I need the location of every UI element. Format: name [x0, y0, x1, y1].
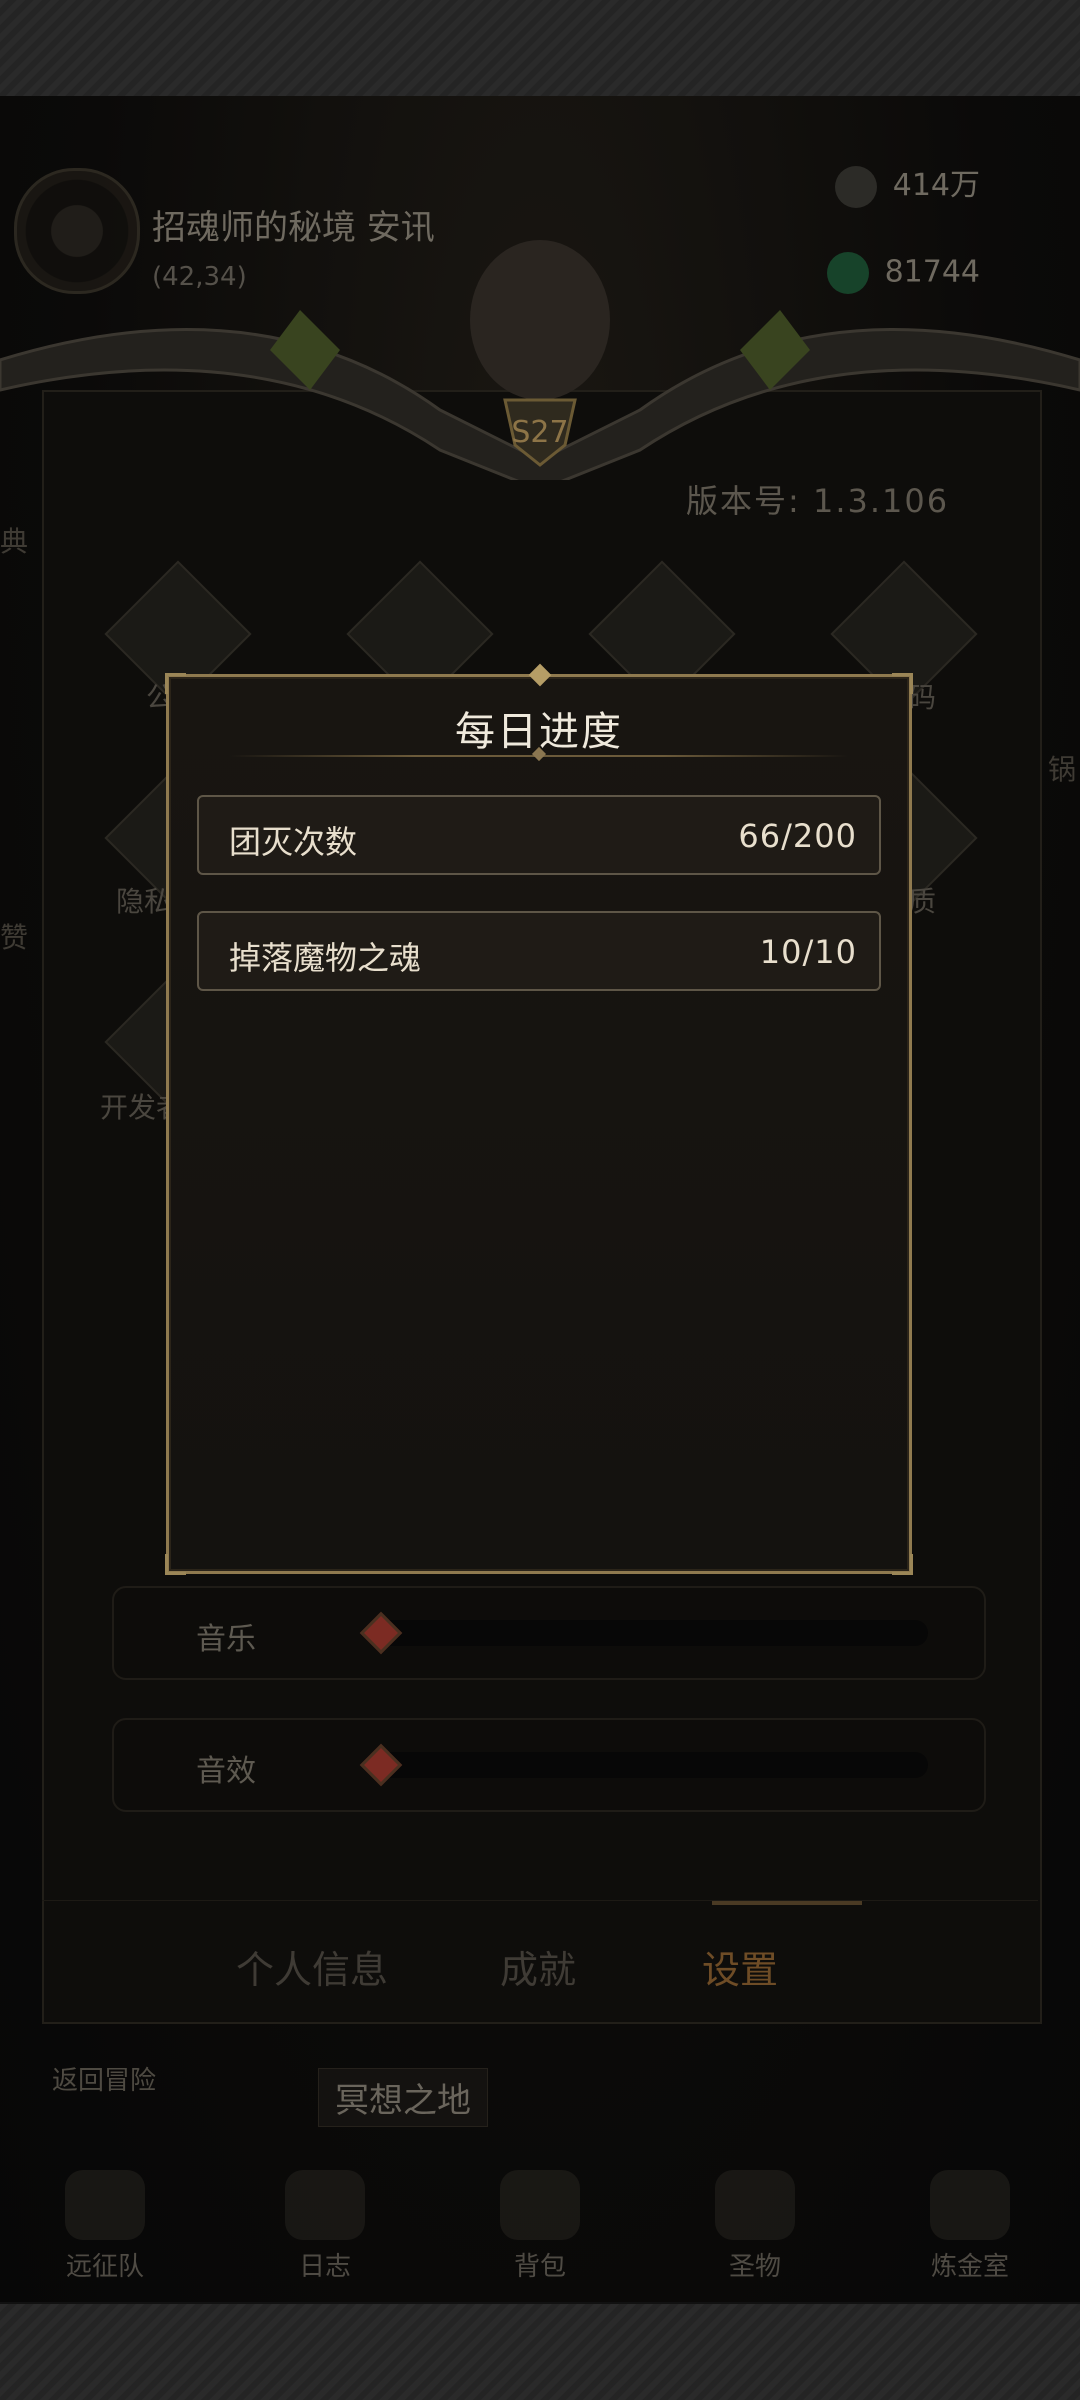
music-label: 音乐: [196, 1622, 256, 1657]
music-slider[interactable]: [368, 1620, 928, 1646]
side-label-right-1: 锅: [1048, 753, 1077, 786]
sfx-slider-row: 音效: [112, 1718, 986, 1812]
nav-expedition[interactable]: 远征队: [30, 2170, 180, 2283]
daily-progress-dialog: 每日进度 团灭次数 66/200 掉落魔物之魂 10/10: [165, 663, 913, 1575]
sfx-slider-knob[interactable]: [359, 1743, 403, 1787]
dialog-corner: [165, 1554, 186, 1575]
top-frame-border: [0, 0, 1080, 98]
side-label-left-2: 赞: [0, 921, 29, 954]
settings-tabs: 个人信息 成就 设置: [42, 1900, 1038, 2021]
sfx-slider[interactable]: [368, 1752, 928, 1778]
dialog-corner: [892, 1554, 913, 1575]
row-value: 66/200: [738, 817, 857, 855]
nav-label: 日志: [298, 2252, 351, 2282]
nav-backpack[interactable]: 背包: [465, 2170, 615, 2283]
nav-label: 背包: [513, 2252, 566, 2282]
tile-label-quality: 质: [908, 885, 937, 918]
music-slider-row: 音乐: [112, 1586, 986, 1680]
sfx-label: 音效: [196, 1754, 256, 1789]
dialog-corner: [165, 673, 186, 694]
nav-label: 远征队: [65, 2252, 144, 2282]
nav-label: 炼金室: [930, 2252, 1009, 2282]
nav-alchemy[interactable]: 炼金室: [895, 2170, 1045, 2283]
row-label: 掉落魔物之魂: [229, 939, 422, 977]
backpack-icon: [500, 2170, 580, 2240]
helmet-icon: [65, 2170, 145, 2240]
bottom-frame-border: [0, 2302, 1080, 2400]
meditation-location[interactable]: 冥想之地: [318, 2068, 488, 2127]
tab-profile[interactable]: 个人信息: [236, 1939, 388, 1994]
row-label: 团灭次数: [229, 823, 358, 861]
tab-settings[interactable]: 设置: [702, 1939, 778, 1994]
relic-icon: [715, 2170, 795, 2240]
active-tab-indicator: [712, 1901, 862, 1905]
music-slider-knob[interactable]: [359, 1611, 403, 1655]
dialog-corner: [892, 673, 913, 694]
back-to-adventure-button[interactable]: 返回冒险: [52, 2060, 156, 2097]
nav-relics[interactable]: 圣物: [680, 2170, 830, 2283]
progress-row-soul-drops: 掉落魔物之魂 10/10: [197, 911, 881, 991]
nav-journal[interactable]: 日志: [250, 2170, 400, 2283]
bottom-nav: 远征队 日志 背包 圣物 炼金室: [0, 2170, 1080, 2304]
scroll-icon: [285, 2170, 365, 2240]
progress-row-wipes: 团灭次数 66/200: [197, 795, 881, 875]
version-label: 版本号: 1.3.106: [686, 482, 950, 520]
side-label-left-1: 典: [0, 525, 29, 558]
tab-achievements[interactable]: 成就: [500, 1939, 576, 1994]
season-emblem: S27: [0, 240, 1080, 480]
alchemy-icon: [930, 2170, 1010, 2240]
season-badge: S27: [511, 415, 568, 450]
row-value: 10/10: [759, 933, 857, 971]
tile-label-privacy: 隐私: [116, 885, 173, 918]
nav-label: 圣物: [728, 2252, 781, 2282]
